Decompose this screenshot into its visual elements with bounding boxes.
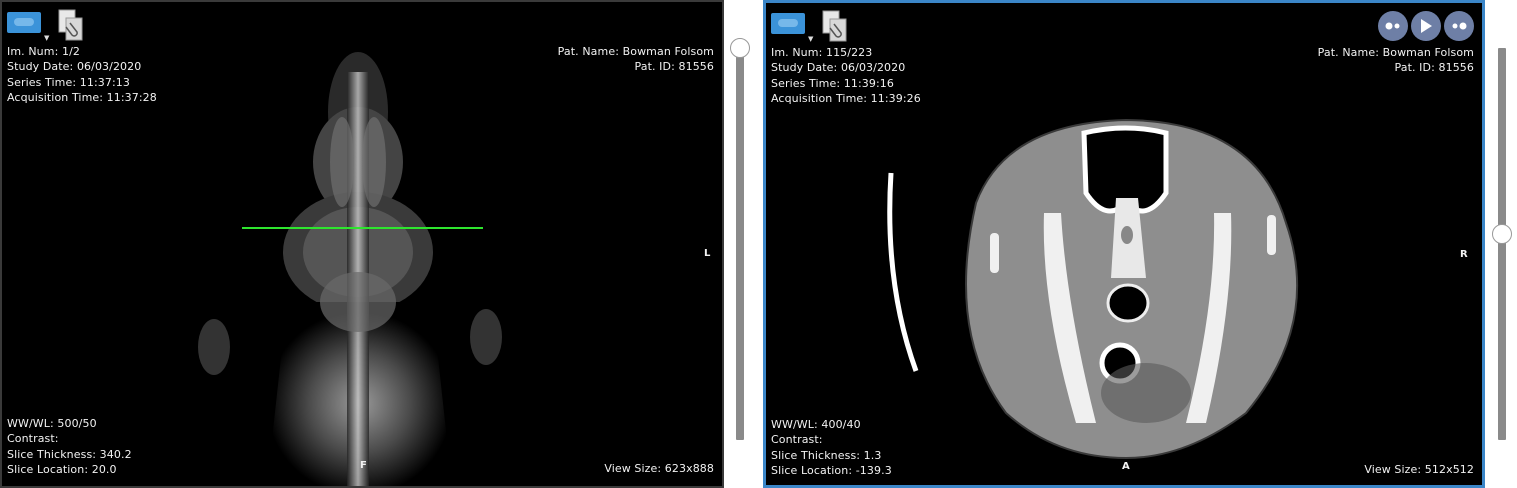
- top-right-info: Pat. Name: Bowman Folsom Pat. ID: 81556: [558, 44, 714, 75]
- view-size: View Size: 512x512: [1364, 463, 1474, 476]
- window-level: WW/WL: 400/40: [771, 418, 861, 431]
- right-slice-slider-thumb[interactable]: [1492, 224, 1512, 244]
- monitor-layout-icon[interactable]: [771, 13, 805, 34]
- slice-thickness: Slice Thickness: 340.2: [7, 447, 132, 461]
- view-size: View Size: 623x888: [604, 462, 714, 475]
- series-time: Series Time: 11:37:13: [7, 75, 130, 89]
- patient-id: Pat. ID: 81556: [634, 60, 714, 74]
- right-viewport[interactable]: ▼ Im. Num: 115/223 Study Date: 06/03/202…: [763, 0, 1485, 488]
- study-date: Study Date: 06/03/2020: [7, 60, 142, 74]
- orientation-bottom: A: [1122, 461, 1130, 472]
- orientation-right: R: [1460, 249, 1468, 260]
- paperclip-icon[interactable]: [56, 9, 86, 41]
- slice-thickness: Slice Thickness: 1.3: [771, 448, 882, 462]
- patient-id: Pat. ID: 81556: [1394, 61, 1474, 75]
- slice-location: Slice Location: -139.3: [771, 463, 892, 477]
- dropdown-arrow-icon[interactable]: ▼: [44, 34, 49, 42]
- contrast: Contrast:: [7, 432, 59, 446]
- study-date: Study Date: 06/03/2020: [771, 61, 906, 75]
- bottom-left-info: WW/WL: 500/50 Contrast: Slice Thickness:…: [7, 416, 132, 477]
- top-left-info: Im. Num: 115/223 Study Date: 06/03/2020 …: [771, 45, 921, 106]
- play-icon[interactable]: [1411, 11, 1441, 41]
- acquisition-time: Acquisition Time: 11:37:28: [7, 90, 157, 104]
- cine-controls: [1378, 11, 1474, 41]
- paperclip-icon[interactable]: [820, 10, 850, 42]
- contrast: Contrast:: [771, 433, 823, 447]
- orientation-right: L: [704, 248, 711, 259]
- bottom-left-info: WW/WL: 400/40 Contrast: Slice Thickness:…: [771, 417, 892, 478]
- acquisition-time: Acquisition Time: 11:39:26: [771, 91, 921, 105]
- left-slice-slider-track[interactable]: [736, 48, 744, 440]
- patient-name: Pat. Name: Bowman Folsom: [1317, 46, 1474, 59]
- orientation-bottom: F: [360, 460, 367, 471]
- next-frame-icon[interactable]: [1444, 11, 1474, 41]
- top-left-info: Im. Num: 1/2 Study Date: 06/03/2020 Seri…: [7, 44, 157, 105]
- right-slice-slider-track[interactable]: [1498, 48, 1506, 440]
- previous-frame-icon[interactable]: [1378, 11, 1408, 41]
- top-right-info: Pat. Name: Bowman Folsom Pat. ID: 81556: [1318, 45, 1474, 76]
- window-level: WW/WL: 500/50: [7, 417, 97, 430]
- slice-location: Slice Location: 20.0: [7, 462, 117, 476]
- patient-name: Pat. Name: Bowman Folsom: [557, 45, 714, 58]
- series-time: Series Time: 11:39:16: [771, 76, 894, 90]
- image-number: Im. Num: 1/2: [7, 45, 80, 58]
- image-number: Im. Num: 115/223: [771, 46, 873, 59]
- dropdown-arrow-icon[interactable]: ▼: [808, 35, 813, 43]
- monitor-layout-icon[interactable]: [7, 12, 41, 33]
- left-viewport[interactable]: ▼ Im. Num: 1/2 Study Date: 06/03/2020 Se…: [0, 0, 724, 488]
- left-slice-slider-thumb[interactable]: [730, 38, 750, 58]
